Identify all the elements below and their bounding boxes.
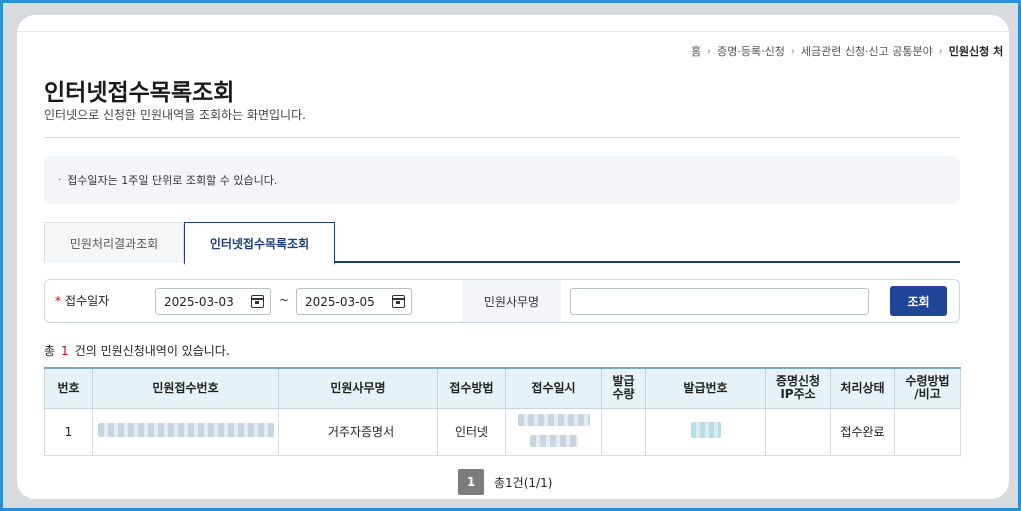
count-prefix: 총 xyxy=(44,344,56,358)
calendar-icon[interactable] xyxy=(251,295,264,308)
chevron-right-icon: › xyxy=(707,45,712,57)
search-button[interactable]: 조회 xyxy=(890,286,947,316)
notice-box: · 접수일자는 1주일 단위로 조회할 수 있습니다. xyxy=(44,156,960,204)
tab-bar: 민원처리결과조회 인터넷접수목록조회 xyxy=(44,222,960,265)
breadcrumb-home[interactable]: 홈 xyxy=(691,43,701,59)
cell-remark xyxy=(894,407,961,456)
bullet-icon: · xyxy=(58,174,62,186)
redacted-issue-no xyxy=(690,422,721,438)
redacted-time xyxy=(529,434,578,447)
top-divider xyxy=(17,31,1009,32)
redacted-date xyxy=(517,413,590,426)
date-from-input[interactable]: 2025-03-03 xyxy=(155,288,271,315)
pagination: 1 총1건(1/1) xyxy=(458,469,552,495)
page-number-button[interactable]: 1 xyxy=(458,469,484,495)
cell-method: 인터넷 xyxy=(437,407,506,456)
date-from-value: 2025-03-03 xyxy=(164,294,234,309)
header-office: 민원사무명 xyxy=(278,367,438,409)
header-status: 처리상태 xyxy=(830,367,895,409)
calendar-icon[interactable] xyxy=(392,295,405,308)
breadcrumb: 홈 › 증명·등록·신청 › 세금관련 신청·신고 공통분야 › 민원신청 처 xyxy=(691,43,1009,59)
cell-datetime xyxy=(505,407,602,456)
redacted-receipt-no xyxy=(97,423,274,437)
header-issue-no: 발급번호 xyxy=(645,367,766,409)
header-ip: 증명신청 IP주소 xyxy=(765,367,831,409)
page-description: 인터넷으로 신청한 민원내역을 조회하는 화면입니다. xyxy=(44,108,306,122)
results-table: 번호 민원접수번호 민원사무명 접수방법 접수일시 발급 수량 발급번호 증명신… xyxy=(44,367,961,456)
search-panel: * 접수일자 2025-03-03 ~ 2025-03-05 민원사무명 조회 xyxy=(44,279,960,323)
result-count: 총 1 건의 민원신청내역이 있습니다. xyxy=(44,342,230,359)
breadcrumb-item-cert[interactable]: 증명·등록·신청 xyxy=(717,43,785,59)
table-header-row: 번호 민원접수번호 민원사무명 접수방법 접수일시 발급 수량 발급번호 증명신… xyxy=(44,367,961,409)
date-to-value: 2025-03-05 xyxy=(305,294,375,309)
cell-issue-no[interactable] xyxy=(645,407,766,456)
title-divider xyxy=(44,137,960,138)
chevron-right-icon: › xyxy=(790,45,795,57)
count-suffix: 건의 민원신청내역이 있습니다. xyxy=(74,344,230,358)
cell-qty xyxy=(601,407,646,456)
header-remark: 수령방법 /비고 xyxy=(894,367,961,409)
date-to-input[interactable]: 2025-03-05 xyxy=(296,288,412,315)
required-mark: * xyxy=(55,294,61,308)
cell-ip xyxy=(765,407,831,456)
header-receipt-no: 민원접수번호 xyxy=(92,367,279,409)
table-row[interactable]: 1 거주자증명서 인터넷 접수완료 xyxy=(44,407,961,456)
content-card: 홈 › 증명·등록·신청 › 세금관련 신청·신고 공통분야 › 민원신청 처 … xyxy=(17,15,1009,499)
notice-text: 접수일자는 1주일 단위로 조회할 수 있습니다. xyxy=(67,174,278,187)
breadcrumb-item-tax[interactable]: 세금관련 신청·신고 공통분야 xyxy=(801,43,933,59)
chevron-right-icon: › xyxy=(938,45,943,57)
cell-status: 접수완료 xyxy=(830,407,895,456)
header-method: 접수방법 xyxy=(437,367,506,409)
page-title: 인터넷접수목록조회 xyxy=(44,80,235,106)
header-qty: 발급 수량 xyxy=(601,367,646,409)
tab-internet-list[interactable]: 인터넷접수목록조회 xyxy=(184,222,335,265)
date-label-text: 접수일자 xyxy=(65,294,110,308)
breadcrumb-current: 민원신청 처 xyxy=(948,45,1004,58)
window-frame: 홈 › 증명·등록·신청 › 세금관련 신청·신고 공통분야 › 민원신청 처 … xyxy=(0,0,1021,511)
count-value: 1 xyxy=(61,344,69,358)
tab-result-inquiry[interactable]: 민원처리결과조회 xyxy=(44,222,184,263)
cell-office: 거주자증명서 xyxy=(278,407,438,456)
date-range-separator: ~ xyxy=(279,293,290,307)
cell-no: 1 xyxy=(44,407,93,456)
office-label: 민원사무명 xyxy=(462,280,561,322)
header-no: 번호 xyxy=(44,367,93,409)
header-datetime: 접수일시 xyxy=(505,367,602,409)
pagination-summary: 총1건(1/1) xyxy=(494,475,553,490)
cell-receipt-no[interactable] xyxy=(92,407,279,456)
office-name-input[interactable] xyxy=(570,288,869,315)
date-label: * 접수일자 xyxy=(55,292,109,309)
